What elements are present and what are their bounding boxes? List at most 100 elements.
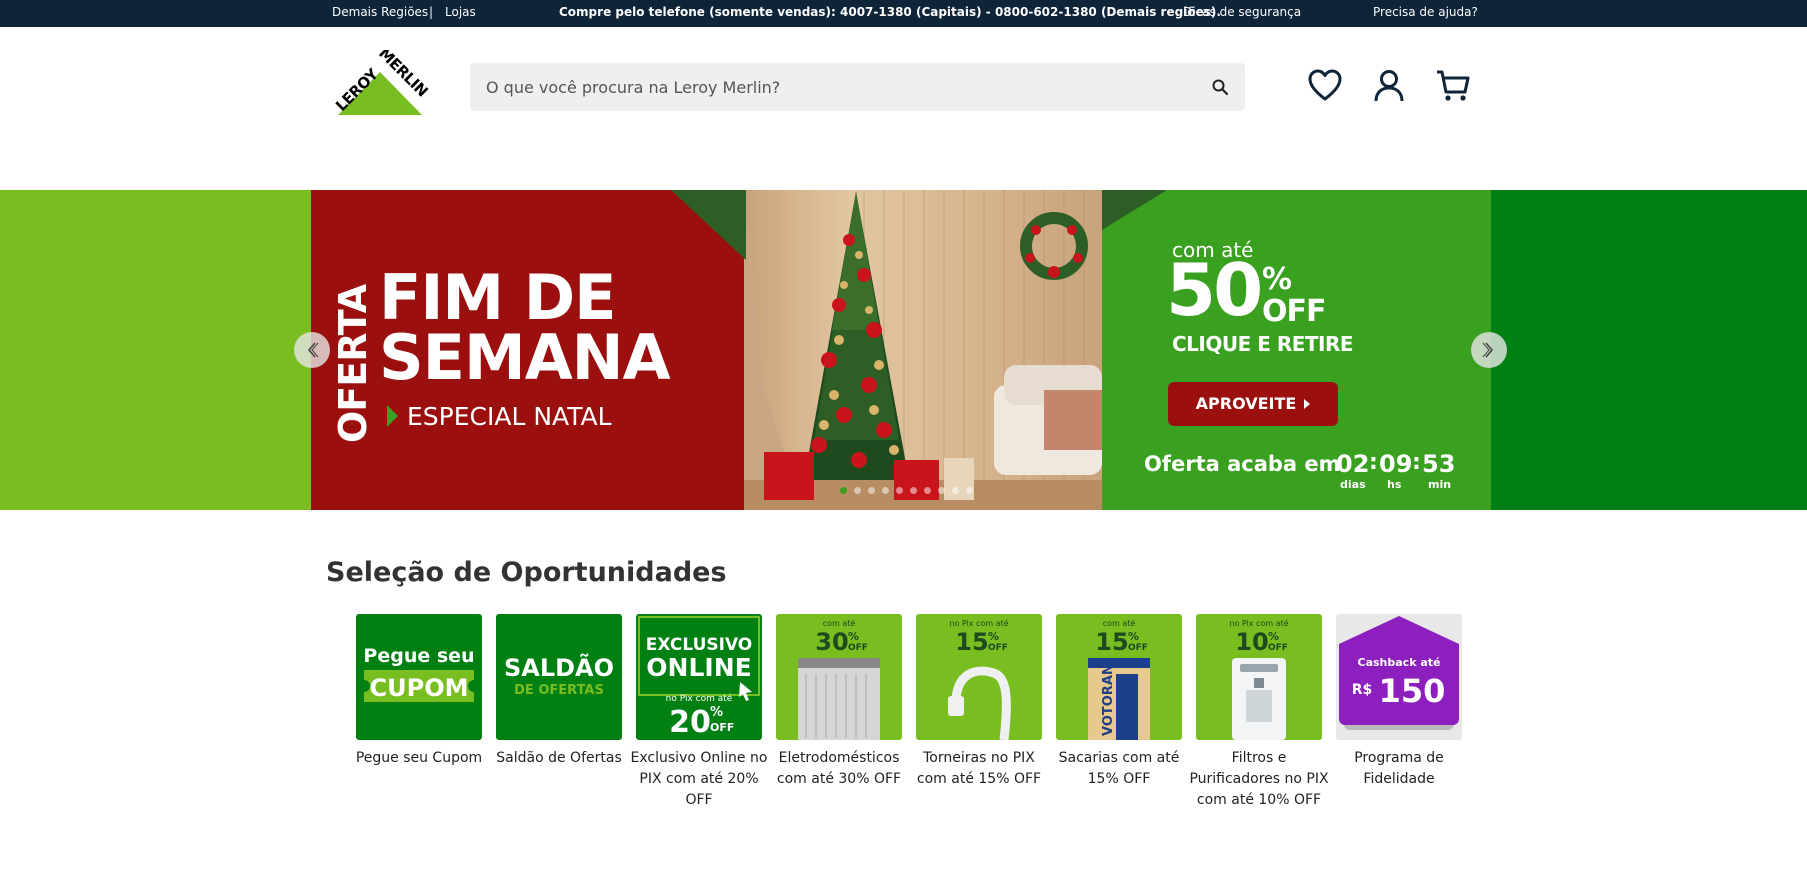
svg-text:CUPOM: CUPOM (370, 674, 469, 702)
card-caption[interactable]: Programa de Fidelidade (1328, 748, 1470, 790)
carousel-next-button[interactable] (1471, 332, 1507, 368)
svg-text:no Pix com até: no Pix com até (949, 618, 1008, 628)
carousel-dot[interactable] (938, 487, 945, 494)
aproveite-label: APROVEITE (1195, 394, 1297, 413)
countdown-label: Oferta acaba em (1144, 452, 1341, 476)
hours-label: hs (1387, 478, 1402, 491)
svg-text:Pegue seu: Pegue seu (363, 645, 474, 667)
search-icon[interactable] (1211, 78, 1229, 96)
svg-text:no Pix com até: no Pix com até (1229, 618, 1288, 628)
card-thumb[interactable]: EXCLUSIVO ONLINE no Pix com até 20 % OFF (636, 614, 762, 740)
svg-text:ONLINE: ONLINE (646, 653, 751, 682)
headline: FIM DE SEMANA (379, 261, 671, 394)
cart-icon[interactable] (1435, 68, 1471, 104)
card-thumb[interactable]: no Pix com até 15 % OFF (916, 614, 1042, 740)
svg-text:30: 30 (815, 628, 848, 656)
card-thumb[interactable]: Pegue seu CUPOM (356, 614, 482, 740)
banner-right-background (1490, 190, 1807, 510)
faucet-graphic: no Pix com até 15 % OFF (948, 618, 1011, 740)
security-tips-link[interactable]: Dicas de segurança (1183, 5, 1301, 19)
play-triangle-icon (387, 405, 398, 427)
promo-discount: 50 (1166, 248, 1263, 332)
separator: | (429, 5, 434, 19)
svg-text:OFERTA: OFERTA (331, 283, 371, 443)
card-caption[interactable]: Eletrodomésticos com até 30% OFF (768, 748, 910, 790)
carousel-dot[interactable] (966, 487, 973, 494)
card-caption[interactable]: Filtros e Purificadores no PIX com até 1… (1188, 748, 1330, 811)
stores-link[interactable]: Lojas (445, 5, 476, 19)
user-icon[interactable] (1371, 68, 1407, 104)
card-thumb[interactable]: com até 15 % OFF VOTORAN (1056, 614, 1182, 740)
svg-text:R$: R$ (1352, 682, 1373, 698)
banner-slide[interactable]: OFERTA FIM DE SEMANA ESPECIAL NATAL com … (311, 190, 1491, 510)
saldao-graphic: SALDÃO DE OFERTAS (504, 653, 614, 698)
svg-text:20: 20 (669, 705, 711, 740)
minutes-label: min (1428, 478, 1452, 491)
svg-text:OFF: OFF (710, 721, 734, 734)
carousel-dot[interactable] (854, 487, 861, 494)
svg-text:%: % (848, 630, 859, 643)
svg-text:10: 10 (1235, 628, 1268, 656)
card-thumb[interactable]: com até 30 % OFF (776, 614, 902, 740)
carousel-dot[interactable] (952, 487, 959, 494)
card-thumb[interactable]: Cashback até R$ 150 (1336, 614, 1462, 740)
subheadline: ESPECIAL NATAL (407, 402, 612, 431)
coupon-graphic: Pegue seu CUPOM (363, 645, 475, 702)
card-caption[interactable]: Saldão de Ofertas (488, 748, 630, 769)
carousel-dot-active[interactable] (840, 487, 847, 494)
headline-line-2: SEMANA (379, 321, 671, 394)
aproveite-button[interactable]: APROVEITE (1168, 382, 1338, 426)
card-caption[interactable]: Torneiras no PIX com até 15% OFF (908, 748, 1050, 790)
cashback-graphic: Cashback até R$ 150 (1339, 616, 1459, 730)
hero-banner[interactable]: OFERTA FIM DE SEMANA ESPECIAL NATAL com … (0, 190, 1807, 510)
svg-text:15: 15 (955, 628, 988, 656)
heart-icon[interactable] (1307, 68, 1343, 104)
chevron-right-icon (1482, 342, 1494, 358)
corner-triangle-red (671, 190, 746, 260)
card-thumb[interactable]: no Pix com até 10 % OFF (1196, 614, 1322, 740)
regions-link[interactable]: Demais Regiões (332, 5, 428, 19)
carousel-dot[interactable] (896, 487, 903, 494)
carousel-dot[interactable] (868, 487, 875, 494)
svg-text:OFF: OFF (1268, 643, 1288, 653)
svg-text:VOTORAN: VOTORAN (1101, 664, 1116, 736)
promo-off: OFF (1262, 294, 1326, 329)
headline-line-1: FIM DE (379, 261, 617, 334)
svg-text:%: % (988, 630, 999, 643)
phone-info: Compre pelo telefone (somente vendas): 4… (559, 5, 1221, 19)
countdown-days: 02 (1336, 450, 1370, 478)
chevron-left-icon (307, 342, 319, 358)
svg-text:com até: com até (1103, 618, 1136, 628)
carousel-prev-button[interactable] (294, 332, 330, 368)
card-caption[interactable]: Pegue seu Cupom (348, 748, 490, 769)
svg-text:%: % (1128, 630, 1139, 643)
svg-text:Cashback até: Cashback até (1358, 656, 1441, 669)
card-caption[interactable]: Exclusivo Online no PIX com até 20% OFF (628, 748, 770, 811)
days-label: dias (1340, 478, 1366, 491)
svg-text:EXCLUSIVO: EXCLUSIVO (646, 635, 753, 655)
leroy-merlin-logo[interactable]: LEROY MERLIN (330, 50, 440, 118)
oferta-vertical-text: OFERTA (331, 283, 371, 443)
svg-text:DE OFERTAS: DE OFERTAS (514, 683, 604, 698)
carousel-dot[interactable] (924, 487, 931, 494)
section-title: Seleção de Oportunidades (326, 557, 727, 588)
promo-percent: % (1262, 262, 1293, 297)
promo-clique-retire: CLIQUE E RETIRE (1172, 332, 1354, 356)
svg-text:OFF: OFF (1128, 643, 1148, 653)
help-link[interactable]: Precisa de ajuda? (1373, 5, 1478, 19)
svg-text:%: % (710, 705, 723, 720)
svg-text:OFF: OFF (988, 643, 1008, 653)
countdown-colon: : (1369, 450, 1378, 475)
countdown-hours: 09 (1379, 450, 1413, 478)
corner-triangle-green (1102, 190, 1167, 230)
card-thumb[interactable]: SALDÃO DE OFERTAS (496, 614, 622, 740)
play-icon (1304, 399, 1311, 409)
svg-text:%: % (1268, 630, 1279, 643)
svg-text:com até: com até (823, 618, 856, 628)
cement-bag-graphic: com até 15 % OFF VOTORAN (1088, 618, 1150, 740)
card-caption[interactable]: Sacarias com até 15% OFF (1048, 748, 1190, 790)
svg-text:150: 150 (1379, 672, 1446, 710)
carousel-dot[interactable] (882, 487, 889, 494)
search-input[interactable] (486, 63, 1186, 111)
carousel-dot[interactable] (910, 487, 917, 494)
